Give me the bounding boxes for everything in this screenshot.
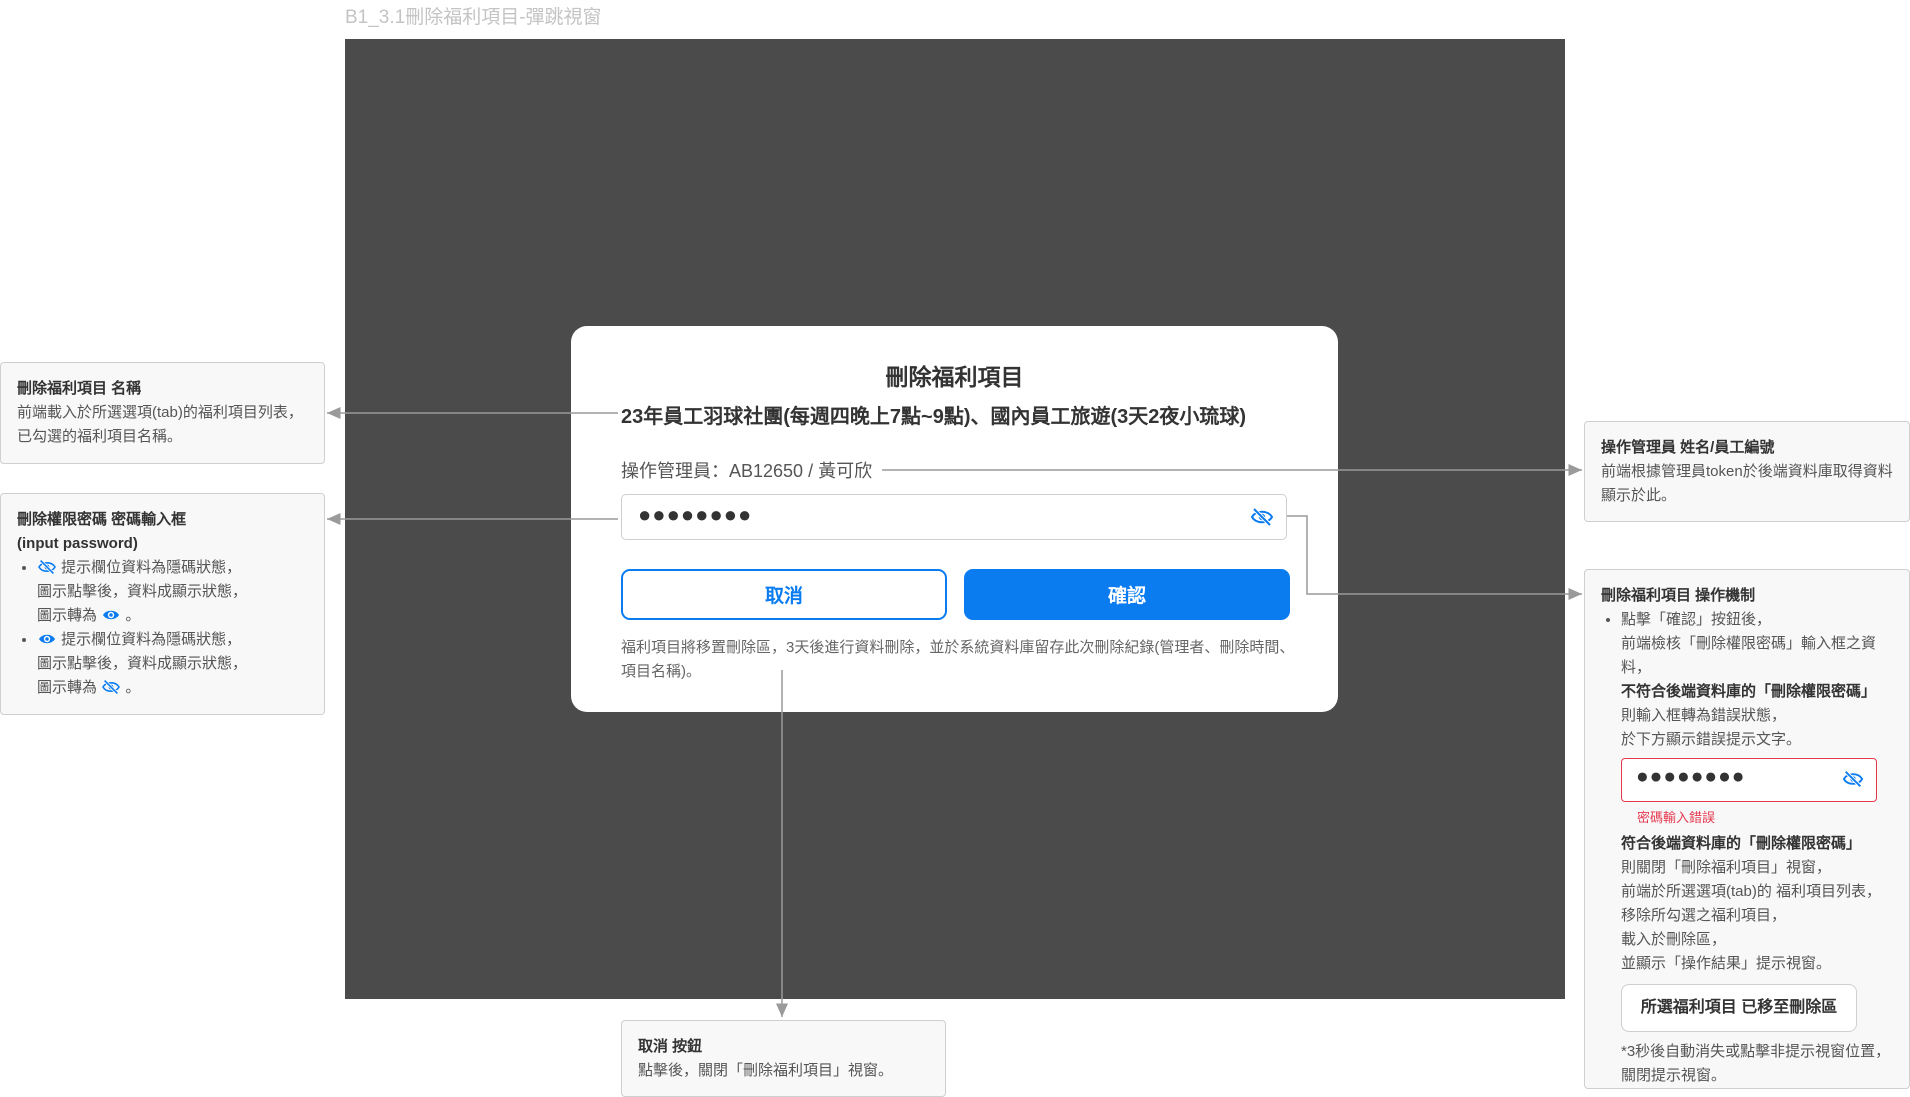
annotation-mechanism: 刪除福利項目 操作機制 點擊「確認」按鈕後， 前端檢核「刪除權限密碼」輸入框之資…: [1584, 569, 1910, 1089]
modal-note: 福利項目將移置刪除區，3天後進行資料刪除，並於系統資料庫留存此次刪除紀錄(管理者…: [621, 639, 1295, 680]
annotation-body: 點擊後，關閉「刪除福利項目」視窗。: [638, 1062, 894, 1079]
annotation-operator: 操作管理員 姓名/員工編號 前端根據管理員token於後端資料庫取得資料顯示於此…: [1584, 421, 1910, 522]
eye-off-icon: [1842, 769, 1866, 791]
annotation-title: 操作管理員 姓名/員工編號: [1601, 439, 1775, 456]
password-input[interactable]: ●●●●●●●●: [621, 494, 1287, 540]
modal-title: 刪除福利項目: [885, 364, 1024, 390]
operator-text: 操作管理員：AB12650 / 黃可欣: [621, 461, 873, 481]
annotation-footnote: *3秒後自動消失或點擊非提示視窗位置，關閉提示視窗。: [1621, 1043, 1891, 1084]
annotation-password: 刪除權限密碼 密碼輸入框 (input password) 提示欄位資料為隱碼狀…: [0, 493, 325, 715]
error-message: 密碼輸入錯誤: [1637, 810, 1716, 825]
confirm-button[interactable]: 確認: [964, 569, 1290, 620]
annotation-bullet: 提示欄位資料為隱碼狀態， 圖示點擊後，資料成顯示狀態， 圖示轉為 。: [37, 556, 308, 628]
mechanism-fail-heading: 不符合後端資料庫的「刪除權限密碼」: [1621, 683, 1877, 700]
selected-items-text: 23年員工羽球社團(每週四晚上7點~9點)、國內員工旅遊(3天2夜小琉球): [621, 406, 1247, 428]
eye-off-icon[interactable]: [1250, 506, 1274, 528]
annotation-cancel-button: 取消 按鈕 點擊後，關閉「刪除福利項目」視窗。: [621, 1020, 946, 1097]
eye-icon: [37, 631, 57, 647]
annotation-title: 取消 按鈕: [638, 1038, 703, 1055]
annotation-body: 前端載入於所選選項(tab)的福利項目列表，已勾選的福利項目名稱。: [17, 404, 303, 445]
eye-icon: [101, 607, 121, 623]
annotation-title: 刪除權限密碼 密碼輸入框: [17, 511, 187, 528]
delete-modal: 刪除福利項目 23年員工羽球社團(每週四晚上7點~9點)、國內員工旅遊(3天2夜…: [571, 326, 1338, 712]
annotation-body: 前端根據管理員token於後端資料庫取得資料顯示於此。: [1601, 463, 1893, 504]
annotation-item-name: 刪除福利項目 名稱 前端載入於所選選項(tab)的福利項目列表，已勾選的福利項目…: [0, 362, 325, 464]
annotation-subtitle: (input password): [17, 535, 138, 552]
password-input-error-example: ●●●●●●●●: [1621, 758, 1877, 802]
cancel-button[interactable]: 取消: [621, 569, 947, 620]
eye-off-icon: [37, 559, 57, 575]
annotation-bullet: 點擊「確認」按鈕後， 前端檢核「刪除權限密碼」輸入框之資料，: [1621, 608, 1893, 680]
annotation-title: 刪除福利項目 操作機制: [1601, 587, 1756, 604]
eye-off-icon: [101, 679, 121, 695]
mechanism-success-heading: 符合後端資料庫的「刪除權限密碼」: [1621, 835, 1862, 852]
password-value: ●●●●●●●●: [638, 502, 753, 527]
annotation-title: 刪除福利項目 名稱: [17, 380, 142, 397]
page-label: B1_3.1刪除福利項目-彈跳視窗: [345, 7, 602, 28]
result-toast-example: 所選福利項目 已移至刪除區: [1621, 984, 1857, 1032]
annotation-bullet: 提示欄位資料為隱碼狀態， 圖示點擊後，資料成顯示狀態， 圖示轉為 。: [37, 628, 308, 700]
